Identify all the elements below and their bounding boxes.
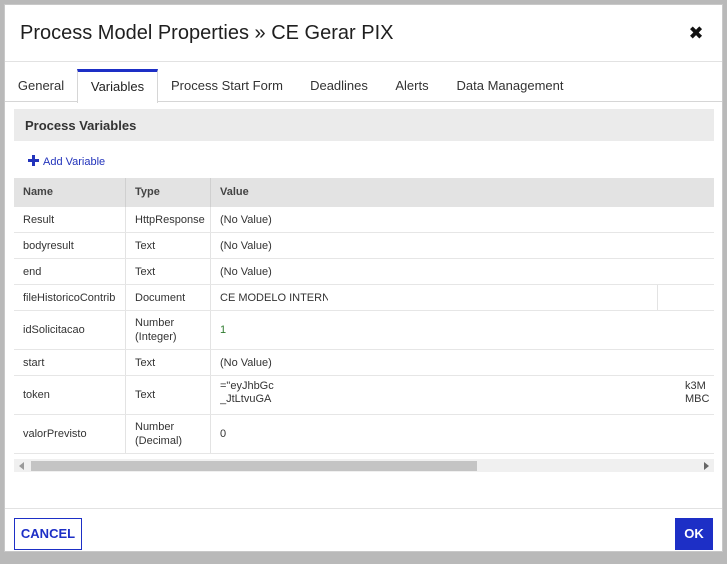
table-row[interactable]: start Text (No Value) (14, 350, 714, 376)
dialog-header: Process Model Properties » CE Gerar PIX … (5, 5, 722, 62)
row-name: token (14, 376, 126, 414)
column-header-type[interactable]: Type (126, 178, 211, 207)
table-row[interactable]: bodyresult Text (No Value) (14, 233, 714, 259)
tab-process-start-form[interactable]: Process Start Form (163, 69, 291, 102)
row-name: Result (14, 207, 126, 232)
variables-grid: Name Type Value Result HttpResponse (No … (14, 178, 714, 458)
row-value: 1 (220, 324, 227, 336)
tab-bar: General Variables Process Start Form Dea… (5, 69, 722, 103)
row-value-tail2: MBC (685, 393, 710, 405)
add-variable-label: Add Variable (43, 156, 106, 168)
column-header-value[interactable]: Value (211, 178, 714, 207)
row-value: (No Value) (220, 239, 272, 252)
value-mask (329, 285, 657, 310)
process-model-properties-dialog: Process Model Properties » CE Gerar PIX … (4, 4, 723, 552)
scroll-left-icon[interactable] (19, 462, 24, 470)
table-row[interactable]: Result HttpResponse (No Value) (14, 207, 714, 233)
table-row[interactable]: end Text (No Value) (14, 259, 714, 285)
row-name: fileHistoricoContrib (14, 285, 126, 310)
tab-variables[interactable]: Variables (77, 69, 158, 103)
row-name: idSolicitacao (14, 311, 126, 349)
row-name: start (14, 350, 126, 375)
row-type: Text (126, 350, 211, 375)
process-variables-panel-header: Process Variables (14, 109, 714, 141)
row-value-line2: _JtLtvuGA (220, 393, 272, 405)
ok-button[interactable]: OK (675, 518, 713, 550)
tab-deadlines[interactable]: Deadlines (301, 69, 377, 102)
tab-alerts[interactable]: Alerts (387, 69, 437, 102)
horizontal-scrollbar[interactable] (14, 459, 714, 472)
dialog-footer: CANCEL OK (5, 508, 722, 552)
close-icon[interactable]: ✖ (687, 24, 705, 42)
row-value: (No Value) (220, 356, 272, 369)
row-type: HttpResponse (126, 207, 211, 232)
row-type: Text (126, 259, 211, 284)
row-name: bodyresult (14, 233, 126, 258)
row-value: ="eyJhbGc (220, 380, 274, 392)
row-value: (No Value) (220, 265, 272, 278)
row-type: Number (Decimal) (126, 415, 211, 453)
row-value: (No Value) (220, 213, 272, 226)
grid-header: Name Type Value (14, 178, 714, 207)
table-row[interactable]: valorPrevisto Number (Decimal) 0 (14, 415, 714, 454)
cell-divider (657, 285, 658, 310)
table-row[interactable]: token Text ="eyJhbGc _JtLtvuGA k3M MBC (14, 376, 714, 415)
row-type: Document (126, 285, 211, 310)
plus-icon (28, 155, 39, 166)
table-row[interactable]: idSolicitacao Number (Integer) 1 (14, 311, 714, 350)
scroll-right-icon[interactable] (704, 462, 709, 470)
panel-title: Process Variables (25, 118, 137, 133)
table-row[interactable]: fileHistoricoContrib Document CE MODELO … (14, 285, 714, 311)
add-variable-link[interactable]: Add Variable (28, 154, 105, 168)
row-type: Number (Integer) (126, 311, 211, 349)
row-value: CE MODELO INTERNO (220, 291, 328, 304)
column-header-name[interactable]: Name (14, 178, 126, 207)
scrollbar-thumb[interactable] (31, 461, 477, 471)
row-value: 0 (220, 428, 227, 440)
row-name: valorPrevisto (14, 415, 126, 453)
row-type: Text (126, 376, 211, 414)
tab-general[interactable]: General (8, 69, 74, 102)
tab-data-management[interactable]: Data Management (447, 69, 573, 102)
row-name: end (14, 259, 126, 284)
row-type: Text (126, 233, 211, 258)
cancel-button[interactable]: CANCEL (14, 518, 82, 550)
dialog-title: Process Model Properties » CE Gerar PIX (20, 22, 394, 44)
row-value-tail1: k3M (685, 380, 706, 392)
row-value-cell: ="eyJhbGc _JtLtvuGA k3M MBC (211, 376, 714, 414)
